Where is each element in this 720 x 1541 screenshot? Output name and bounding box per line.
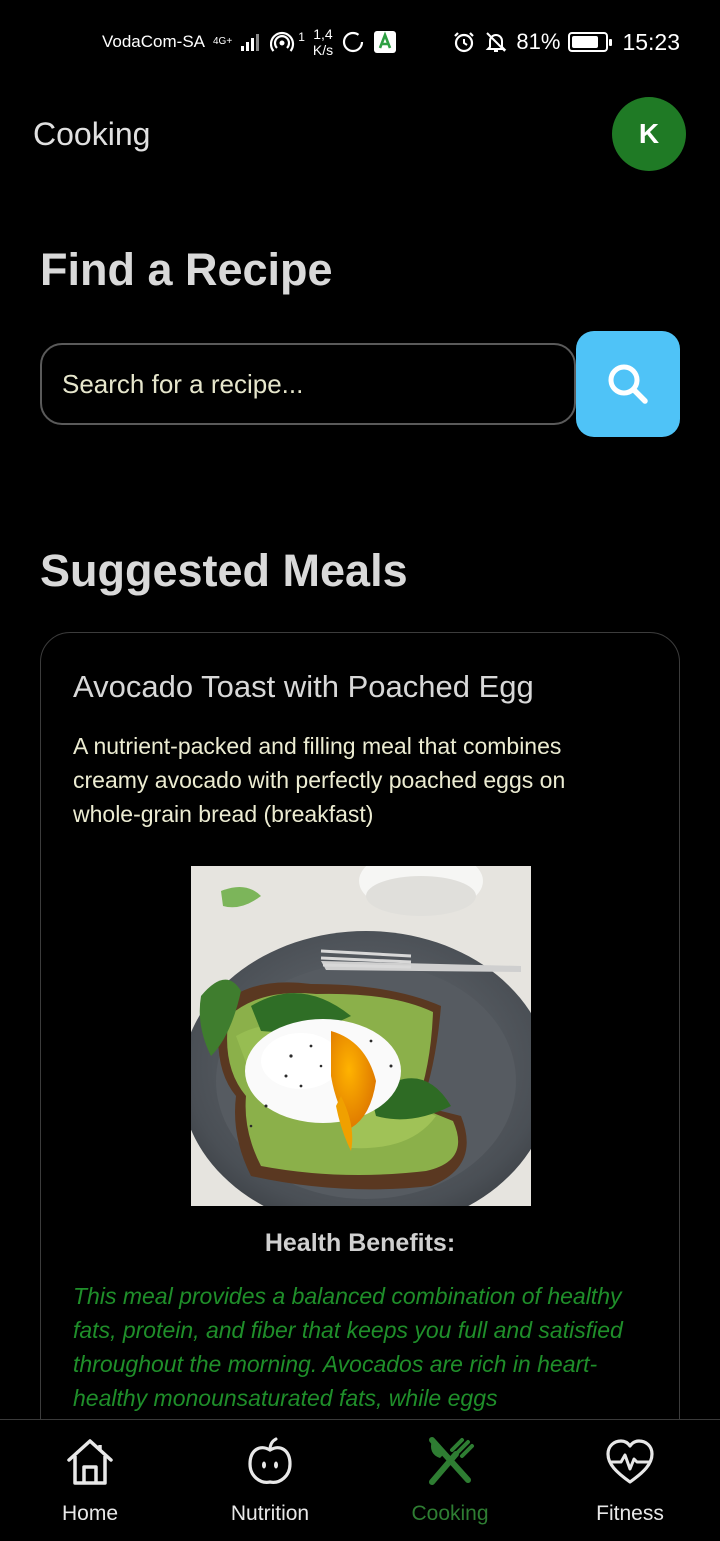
battery-icon (568, 32, 613, 52)
health-benefits-heading: Health Benefits: (264, 1229, 456, 1257)
hotspot-count: 1 (298, 30, 305, 44)
meal-description: A nutrient-packed and filling meal that … (73, 733, 566, 827)
find-recipe-heading: Find a Recipe (40, 244, 333, 295)
hotspot-icon (270, 30, 296, 54)
clock: 15:23 (622, 28, 680, 55)
mute-icon (484, 30, 508, 54)
search-button[interactable] (576, 331, 680, 437)
status-bar-left: VodaCom-SA 4G+ 1 1,4 K/s (102, 26, 397, 58)
battery-fill (572, 36, 599, 48)
suggested-meals-heading: Suggested Meals (40, 545, 408, 596)
health-benefits-text: This meal provides a balanced combinatio… (73, 1283, 623, 1411)
nav-item-nutrition[interactable]: Nutrition (180, 1420, 360, 1541)
search-input[interactable] (40, 343, 576, 425)
page-title: Cooking (33, 115, 151, 152)
app-header: Cooking K (0, 84, 720, 184)
network-type: 4G+ (213, 36, 233, 47)
meal-title: Avocado Toast with Poached Egg (73, 669, 534, 704)
apple-icon (244, 1434, 296, 1490)
nav-item-home[interactable]: Home (0, 1420, 180, 1541)
nav-item-cooking[interactable]: Cooking (360, 1420, 540, 1541)
network-speed: 1,4 K/s (313, 26, 333, 58)
carrier-name: VodaCom-SA (102, 32, 205, 51)
status-bar-right: 81% 15:23 (452, 29, 680, 56)
nav-item-fitness[interactable]: Fitness (540, 1420, 720, 1541)
app-notification-icon (373, 30, 397, 54)
avatar[interactable]: K (612, 97, 686, 171)
bottom-nav: Home Nutrition Cooking Fitness (0, 1419, 720, 1540)
search-icon (605, 361, 651, 407)
sync-icon (341, 30, 365, 54)
status-bar: VodaCom-SA 4G+ 1 1,4 K/s 81% 15:23 (0, 0, 720, 84)
battery-percent: 81% (516, 29, 561, 54)
signal-icon (240, 32, 262, 52)
speed-unit: K/s (312, 42, 334, 58)
nav-label-nutrition: Nutrition (230, 1502, 310, 1525)
meal-image (191, 866, 531, 1206)
nav-label-cooking: Cooking (411, 1502, 489, 1525)
speed-value: 1,4 (313, 26, 333, 42)
nav-label-fitness: Fitness (596, 1502, 664, 1525)
nav-label-home: Home (61, 1502, 119, 1525)
meal-card[interactable]: Avocado Toast with Poached Egg A nutrien… (40, 632, 680, 1462)
alarm-icon (452, 30, 476, 54)
fork-knife-icon (424, 1434, 476, 1490)
home-icon (64, 1434, 116, 1490)
heart-pulse-icon (604, 1434, 656, 1490)
search-row (40, 331, 680, 437)
